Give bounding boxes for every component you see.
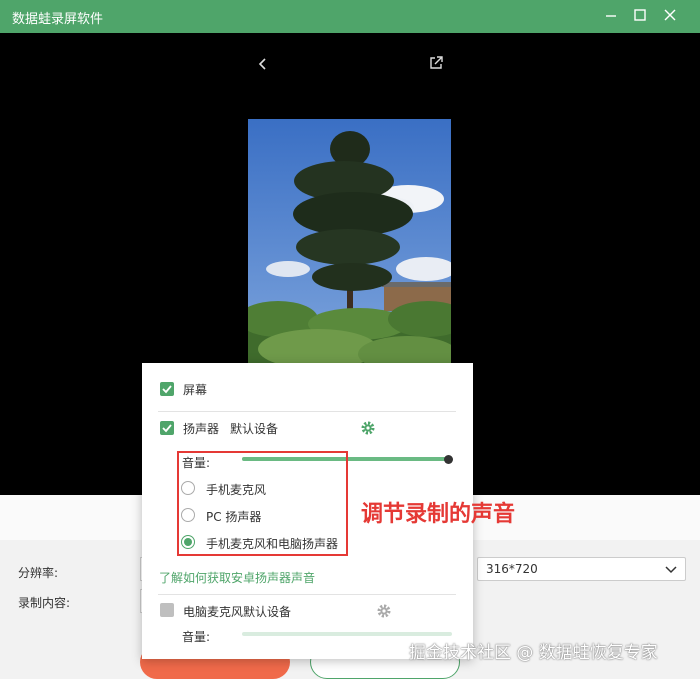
maximize-icon[interactable] — [629, 5, 651, 27]
chevron-down-icon — [665, 566, 677, 574]
screen-checkbox[interactable] — [160, 382, 174, 396]
divider — [158, 411, 456, 412]
speaker-device: 默认设备 — [230, 422, 279, 436]
open-external-icon[interactable] — [426, 53, 446, 73]
speaker-checkbox[interactable] — [160, 421, 174, 435]
resolution-select[interactable]: 316*720 — [477, 557, 686, 581]
title-bar: 数据蛙录屏软件 — [0, 0, 700, 33]
gear-icon[interactable] — [376, 603, 392, 619]
tree-photo — [248, 119, 451, 365]
mic-label: 电脑麦克风默认设备 — [183, 605, 292, 619]
speaker-label: 扬声器 — [183, 422, 220, 436]
mic-volume-label: 音量: — [182, 630, 211, 644]
watermark: 掘金技术社区 @ 数据蛙恢复专家 — [409, 643, 658, 663]
close-icon[interactable] — [659, 5, 681, 27]
mic-checkbox[interactable] — [160, 603, 174, 617]
annotation-highlight-box — [177, 451, 348, 556]
divider — [158, 594, 456, 595]
app-title: 数据蛙录屏软件 — [12, 12, 104, 27]
content-label: 录制内容: — [18, 596, 71, 610]
gear-icon[interactable] — [360, 420, 376, 436]
speaker-volume-knob[interactable] — [444, 455, 453, 464]
annotation-text: 调节录制的声音 — [361, 502, 516, 527]
screen-label: 屏幕 — [183, 383, 208, 397]
resolution-label: 分辨率: — [18, 566, 59, 580]
resolution-value: 316*720 — [486, 562, 538, 576]
chevron-left-icon[interactable] — [253, 54, 273, 74]
mic-volume-track[interactable] — [242, 632, 452, 636]
minimize-icon[interactable] — [600, 5, 622, 27]
help-link[interactable]: 了解如何获取安卓扬声器声音 — [159, 569, 315, 586]
